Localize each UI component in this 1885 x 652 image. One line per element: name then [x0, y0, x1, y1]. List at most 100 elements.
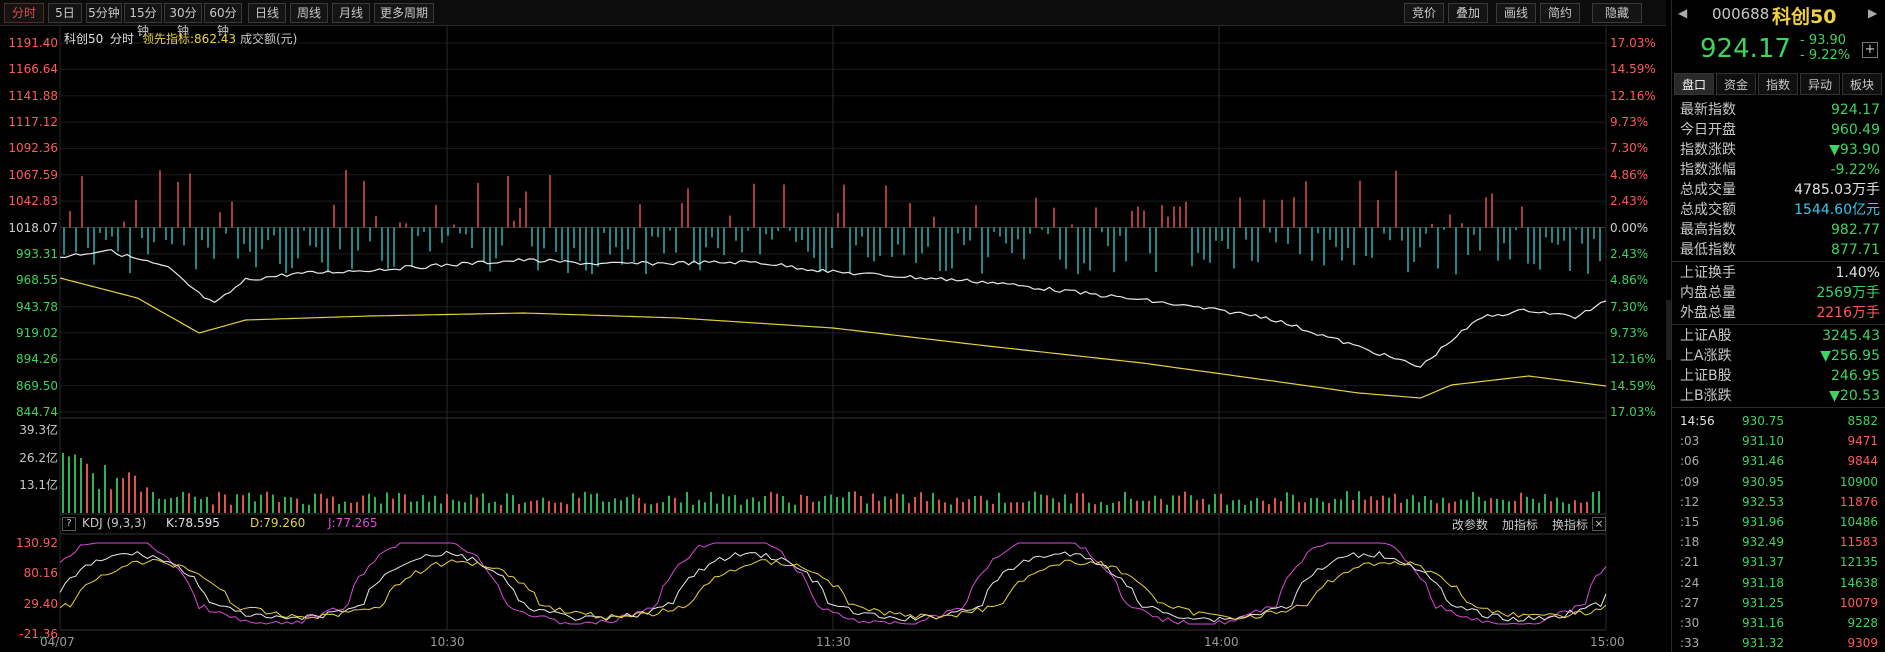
kdj-help-icon[interactable]: ?: [62, 517, 76, 531]
price-tick-label: 1191.40: [8, 36, 58, 50]
tick-price: 931.37: [1742, 555, 1784, 570]
tick-time: :27: [1680, 595, 1700, 610]
stat-label: 最新指数: [1680, 102, 1736, 118]
stat-row: 指数涨跌 ▼93.90: [1680, 140, 1880, 160]
tick-volume: 10079: [1839, 595, 1878, 610]
tab-funds[interactable]: 资金: [1716, 73, 1756, 95]
tick-volume: 9309: [1847, 636, 1878, 651]
stat-row: 最高指数 982.77: [1680, 220, 1880, 240]
tick-volume: 14638: [1839, 575, 1878, 590]
percent-tick-label: 2.43%: [1610, 194, 1649, 209]
stat-label: 上证换手: [1680, 265, 1736, 281]
stat-label: 最高指数: [1680, 222, 1736, 238]
tick-price: 931.16: [1742, 616, 1784, 630]
kdj-header: ? KDJ (9,3,3) K:78.595 D:79.260 J:77.265…: [62, 516, 1607, 534]
stat-row: 最新指数 924.17: [1680, 100, 1880, 120]
kdj-tick-label: 80.16: [23, 566, 58, 580]
stat-label: 上A涨跌: [1680, 348, 1732, 364]
stat-value: ▼93.90: [1829, 142, 1880, 158]
kdj-close-icon[interactable]: ×: [1592, 517, 1606, 531]
tick-volume: 10486: [1839, 515, 1878, 529]
tick-volume: 9844: [1847, 454, 1878, 469]
volume-tick-label: 26.2亿: [19, 451, 58, 465]
stat-row: 最低指数 877.71: [1680, 240, 1880, 260]
stat-row: 上证换手 1.40%: [1680, 263, 1880, 283]
percent-tick-label: 9.73%: [1610, 325, 1649, 340]
tab-index[interactable]: 指数: [1758, 73, 1798, 95]
stat-value: 877.71: [1831, 242, 1880, 258]
kdj-edit-params-button[interactable]: 改参数: [1452, 516, 1488, 533]
tick-price: 931.25: [1742, 595, 1784, 610]
kdj-j-value: J:77.265: [328, 516, 378, 530]
stat-value: 3245.43: [1822, 328, 1880, 344]
tick-time: :30: [1680, 616, 1700, 630]
percent-tick-label: 7.30%: [1610, 141, 1649, 156]
tick-row: 14:56 930.75 8582: [1672, 411, 1885, 431]
stat-value: 246.95: [1831, 368, 1880, 384]
stat-row: 总成交量 4785.03万手: [1680, 180, 1880, 200]
tick-time: 14:56: [1680, 414, 1715, 428]
stat-label: 今日开盘: [1680, 122, 1736, 138]
percent-tick-label: 0.00%: [1610, 220, 1649, 235]
tab-orderbook[interactable]: 盘口: [1674, 73, 1714, 95]
percent-tick-label: 12.16%: [1610, 88, 1656, 103]
tick-row: :09 930.95 10900: [1672, 472, 1885, 492]
stock-name: 科创50: [1772, 6, 1837, 28]
tick-price: 931.10: [1742, 434, 1784, 449]
tick-volume: 12135: [1839, 555, 1878, 570]
tick-price: 930.75: [1742, 414, 1784, 428]
tick-row: :15 931.96 10486: [1672, 512, 1885, 532]
tab-sector[interactable]: 板块: [1842, 73, 1882, 95]
kdj-name: KDJ (9,3,3): [82, 516, 147, 530]
divider: [1672, 324, 1885, 325]
kdj-d-value: D:79.260: [250, 516, 306, 530]
chart-canvas[interactable]: [0, 0, 1666, 652]
tick-row: :18 932.49 11583: [1672, 532, 1885, 552]
stat-value: 1.40%: [1835, 265, 1880, 281]
kdj-switch-indicator-button[interactable]: 换指标: [1552, 516, 1588, 533]
add-watchlist-icon[interactable]: +: [1862, 42, 1878, 58]
stat-row: 上证A股 3245.43: [1680, 326, 1880, 346]
stat-label: 指数涨幅: [1680, 162, 1736, 178]
price-tick-label: 869.50: [16, 378, 58, 393]
stat-value: 924.17: [1831, 102, 1880, 118]
tick-time: :06: [1680, 454, 1700, 469]
percent-tick-label: 4.86%: [1610, 167, 1649, 182]
stat-value: 982.77: [1831, 222, 1880, 238]
tick-row: :12 932.53 11876: [1672, 492, 1885, 512]
tick-time: :03: [1680, 434, 1700, 449]
kdj-tick-label: 130.92: [16, 536, 58, 550]
percent-tick-label: 9.73%: [1610, 115, 1649, 130]
divider: [1672, 407, 1885, 408]
volume-tick-label: 13.1亿: [19, 478, 58, 492]
kdj-add-indicator-button[interactable]: 加指标: [1502, 516, 1538, 533]
tick-price: 932.49: [1742, 535, 1784, 550]
tick-row: :03 931.10 9471: [1672, 431, 1885, 451]
legend-indicator: 领先指标:862.43: [142, 32, 237, 46]
stat-row: 上A涨跌 ▼256.95: [1680, 346, 1880, 366]
price-tick-label: 1018.07: [8, 220, 58, 235]
tick-row: :27 931.25 10079: [1672, 593, 1885, 613]
stat-label: 内盘总量: [1680, 285, 1736, 301]
tick-row: :30 931.16 9228: [1672, 613, 1885, 633]
stat-value: 1544.60亿元: [1794, 202, 1880, 218]
time-label-1400: 14:00: [1204, 635, 1239, 649]
stat-label: 最低指数: [1680, 242, 1736, 258]
tick-time: :33: [1680, 636, 1700, 651]
next-arrow-icon[interactable]: ▶: [1868, 6, 1877, 20]
divider: [1672, 261, 1885, 262]
time-label-1030: 10:30: [430, 635, 465, 649]
price-tick-label: 1042.83: [8, 194, 58, 209]
tab-movement[interactable]: 异动: [1800, 73, 1840, 95]
kdj-k-value: K:78.595: [166, 516, 220, 530]
tick-time: :09: [1680, 474, 1700, 489]
time-label-open: 04/07: [40, 635, 75, 649]
price-change-pct: - 9.22%: [1800, 48, 1851, 63]
tick-volume: 11583: [1839, 535, 1878, 550]
price-tick-label: 844.74: [16, 405, 58, 419]
stat-label: 上B涨跌: [1680, 388, 1732, 404]
stat-label: 总成交量: [1680, 182, 1736, 198]
stat-value: 2569万手: [1816, 285, 1880, 301]
prev-arrow-icon[interactable]: ◀: [1678, 6, 1687, 20]
tick-row: :06 931.46 9844: [1672, 451, 1885, 471]
